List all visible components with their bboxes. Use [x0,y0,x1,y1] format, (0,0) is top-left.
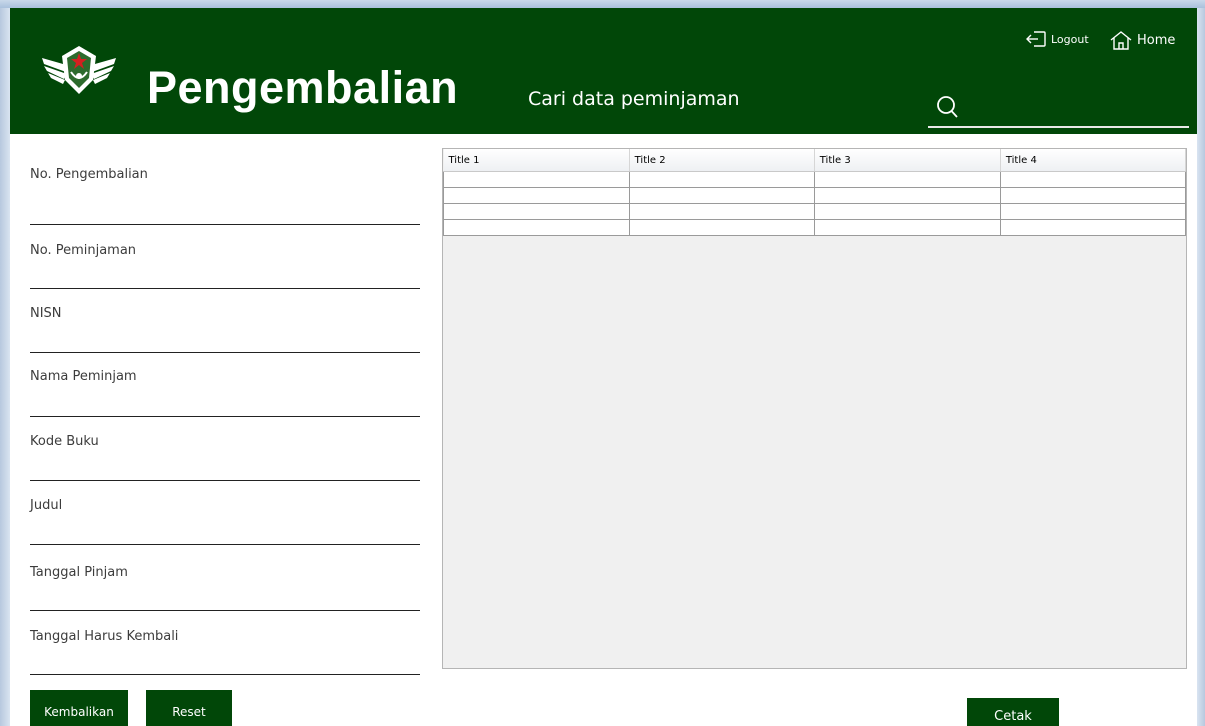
window-frame-left [0,8,10,726]
cetak-button[interactable]: Cetak [967,698,1059,726]
table-cell[interactable] [813,187,1001,204]
logout-label: Logout [1051,32,1089,46]
table-cell[interactable] [443,171,630,188]
judul-field[interactable] [30,524,420,545]
tanggal-pinjam-field[interactable] [30,590,420,611]
no-pengembalian-field[interactable] [30,204,420,225]
kembalikan-button[interactable]: Kembalikan [30,690,128,726]
label-kode-buku: Kode Buku [30,434,99,449]
search-hint-label: Cari data peminjaman [528,88,740,110]
table-cell[interactable] [443,187,630,204]
search-input[interactable] [928,88,1189,128]
table-row[interactable] [443,203,1187,220]
label-no-pengembalian: No. Pengembalian [30,167,148,182]
window-frame-top [0,0,1205,8]
tanggal-harus-kembali-field[interactable] [30,654,420,675]
column-header-title-2[interactable]: Title 2 [629,149,815,172]
reset-button[interactable]: Reset [146,690,232,726]
label-tanggal-harus-kembali: Tanggal Harus Kembali [30,629,179,644]
table-cell[interactable] [999,219,1187,236]
table-cell[interactable] [999,203,1187,220]
data-table-grid: Title 1 Title 2 Title 3 Title 4 [443,149,1187,236]
kode-buku-field[interactable] [30,460,420,481]
search-icon[interactable] [936,94,960,120]
window-frame-right [1197,8,1205,726]
no-peminjaman-field[interactable] [30,268,420,289]
label-tanggal-pinjam: Tanggal Pinjam [30,565,128,580]
column-header-title-3[interactable]: Title 3 [814,149,1001,172]
table-cell[interactable] [628,219,815,236]
table-cell[interactable] [628,187,815,204]
home-label: Home [1137,32,1176,48]
page-title: Pengembalian [147,62,459,113]
table-cell[interactable] [628,171,815,188]
data-table[interactable]: Title 1 Title 2 Title 3 Title 4 [442,148,1187,669]
table-cell[interactable] [813,219,1001,236]
table-row[interactable] [443,187,1187,204]
table-cell[interactable] [999,171,1187,188]
table-cell[interactable] [999,187,1187,204]
home-icon [1110,31,1132,50]
table-row[interactable] [443,219,1187,236]
logout-link[interactable]: Logout [1025,30,1089,48]
school-emblem-logo [42,46,116,94]
label-judul: Judul [30,498,63,513]
label-nisn: NISN [30,306,62,321]
header-bar: Pengembalian Cari data peminjaman Logout… [10,8,1197,134]
home-link[interactable]: Home [1109,30,1175,50]
label-no-peminjaman: No. Peminjaman [30,243,137,258]
nisn-field[interactable] [30,332,420,353]
logout-icon [1026,31,1046,47]
table-cell[interactable] [628,203,815,220]
column-header-title-1[interactable]: Title 1 [443,149,630,172]
label-nama-peminjam: Nama Peminjam [30,369,137,384]
nama-peminjam-field[interactable] [30,396,420,417]
app-window: Pengembalian Cari data peminjaman Logout… [10,8,1197,726]
table-cell[interactable] [443,203,630,220]
table-cell[interactable] [813,171,1001,188]
table-cell[interactable] [443,219,630,236]
column-header-title-4[interactable]: Title 4 [1000,149,1187,172]
table-row[interactable] [443,171,1187,188]
table-cell[interactable] [813,203,1001,220]
table-header-row: Title 1 Title 2 Title 3 Title 4 [443,149,1187,172]
